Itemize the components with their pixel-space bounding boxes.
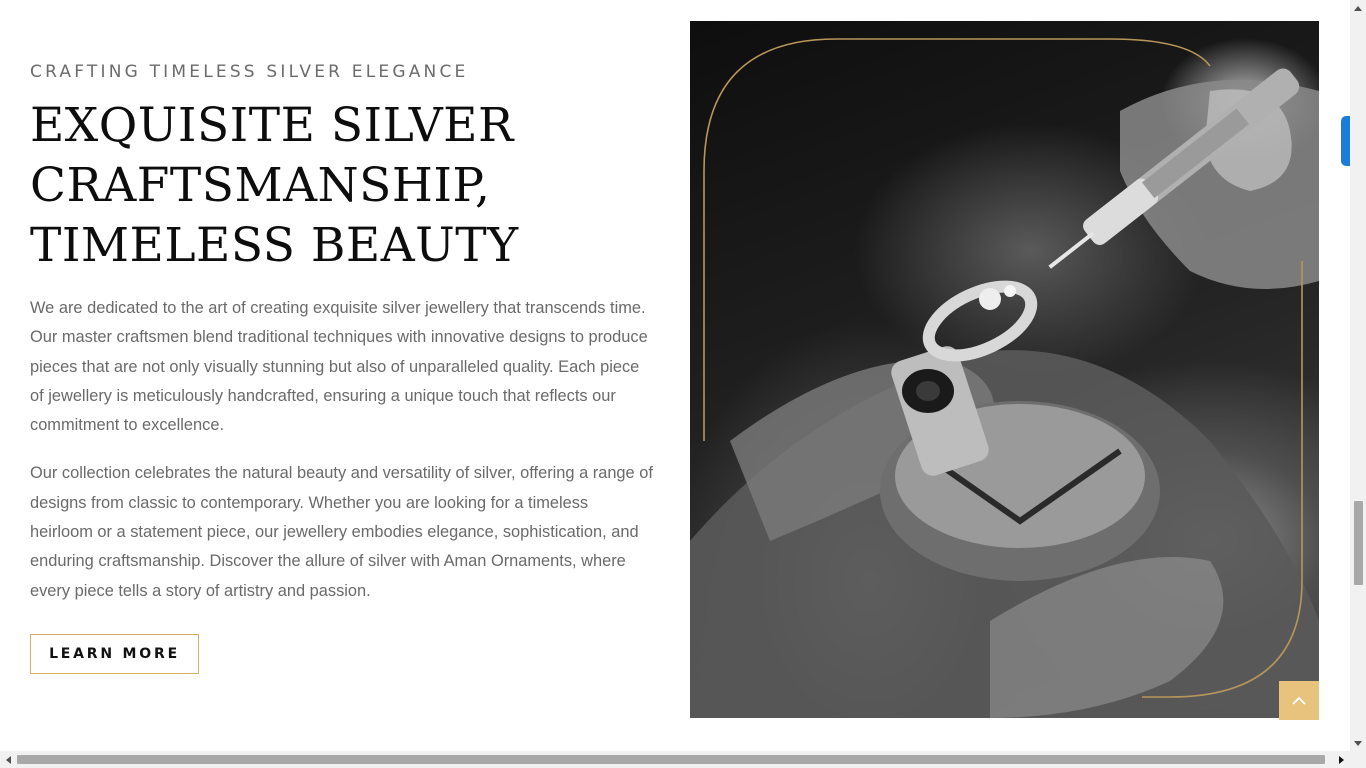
- section-headline: EXQUISITE SILVER CRAFTSMANSHIP, TIMELESS…: [30, 98, 519, 273]
- horizontal-scrollbar[interactable]: [0, 751, 1366, 768]
- vertical-scrollbar[interactable]: [1350, 0, 1366, 751]
- scroll-to-top-button[interactable]: [1279, 681, 1319, 720]
- craftsman-ring-photo: [690, 21, 1319, 718]
- section-eyebrow: CRAFTING TIMELESS SILVER ELEGANCE: [30, 62, 469, 82]
- learn-more-button[interactable]: LEARN MORE: [30, 634, 199, 674]
- side-feedback-tab[interactable]: [1341, 116, 1350, 166]
- about-text-column: CRAFTING TIMELESS SILVER ELEGANCE EXQUIS…: [30, 62, 660, 606]
- craftsman-ring-photo-icon: [690, 38, 1319, 718]
- about-paragraph-2: Our collection celebrates the natural be…: [30, 464, 653, 600]
- about-section: CRAFTING TIMELESS SILVER ELEGANCE EXQUIS…: [0, 0, 1350, 751]
- vertical-scroll-thumb[interactable]: [1354, 501, 1363, 585]
- chevron-up-icon: [1292, 696, 1306, 705]
- scroll-up-arrow-icon[interactable]: [1350, 0, 1366, 16]
- about-paragraph-1: We are dedicated to the art of creating …: [30, 299, 648, 435]
- scroll-down-arrow-icon[interactable]: [1350, 735, 1366, 751]
- horizontal-scroll-thumb[interactable]: [17, 755, 1325, 764]
- scroll-right-arrow-icon[interactable]: [1333, 751, 1350, 768]
- scroll-left-arrow-icon[interactable]: [0, 751, 17, 768]
